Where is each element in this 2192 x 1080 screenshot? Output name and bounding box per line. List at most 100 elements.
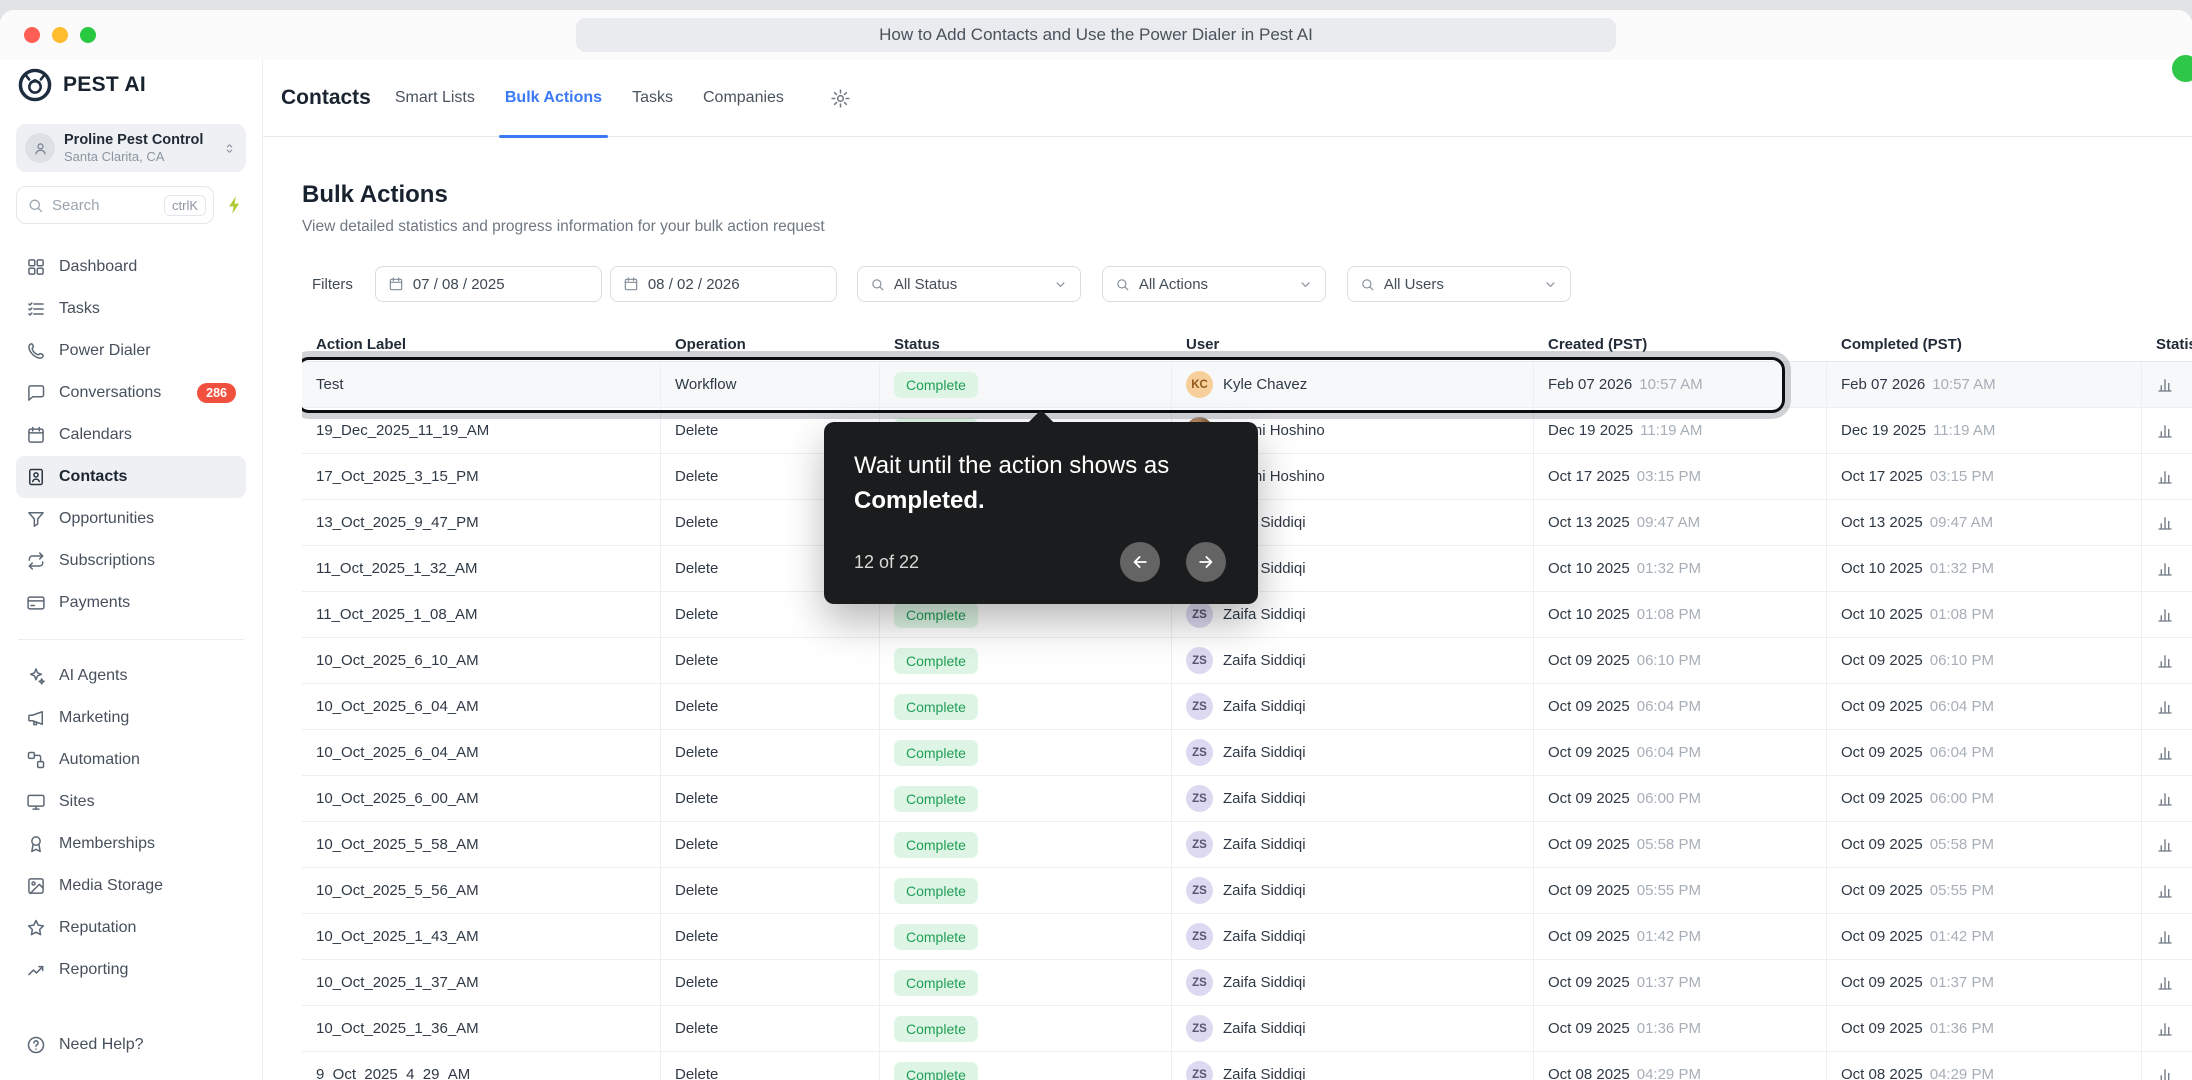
table-row[interactable]: 10_Oct_2025_1_36_AM Delete Complete ZS Zaifa… <box>302 1006 2192 1052</box>
sidebar-item-marketing[interactable]: Marketing <box>16 697 246 739</box>
minimize-window-button[interactable] <box>52 27 68 43</box>
sidebar-item-label: Opportunities <box>59 510 155 527</box>
completed-cell: Oct 08 2025 04:29 PM <box>1827 1052 2142 1080</box>
table-row[interactable]: 10_Oct_2025_6_04_AM Delete Complete ZS Zaifa… <box>302 730 2192 776</box>
completed-time: 01:36 PM <box>1929 1020 1994 1037</box>
statistics-icon[interactable] <box>2156 468 2174 486</box>
sidebar-item-reputation[interactable]: Reputation <box>16 907 246 949</box>
sidebar-item-automation[interactable]: Automation <box>16 739 246 781</box>
user-name: Zaifa Siddiqi <box>1223 744 1306 761</box>
sidebar-item-tasks[interactable]: Tasks <box>16 288 246 330</box>
table-row[interactable]: 10_Oct_2025_1_43_AM Delete Complete ZS Zaifa… <box>302 914 2192 960</box>
created-date: Dec 19 2025 <box>1548 422 1634 439</box>
contacts-settings-button[interactable] <box>830 88 851 109</box>
sidebar-item-payments[interactable]: Payments <box>16 582 246 624</box>
sidebar-item-opportunities[interactable]: Opportunities <box>16 498 246 540</box>
select-value: All Actions <box>1138 275 1209 293</box>
completed-date: Oct 09 2025 <box>1841 744 1923 761</box>
tab-bulk-actions[interactable]: Bulk Actions <box>498 60 609 138</box>
table-row[interactable]: Test Workflow Complete KC Kyle Chavez Feb 07 … <box>302 362 2192 408</box>
quick-actions-button[interactable] <box>224 194 246 216</box>
statistics-icon[interactable] <box>2156 1066 2174 1080</box>
statistics-icon[interactable] <box>2156 928 2174 946</box>
statistics-icon[interactable] <box>2156 606 2174 624</box>
sidebar-item-label: Reporting <box>59 961 129 978</box>
table-row[interactable]: 9_Oct_2025_4_29_AM Delete Complete ZS Zaifa … <box>302 1052 2192 1080</box>
tooltip-prev-button[interactable] <box>1120 542 1160 582</box>
filters-bar: Filters 07 / 08 / 2025 08 / 02 / 2026 Al… <box>302 266 2192 302</box>
megaphone-icon <box>26 708 46 728</box>
user-cell: ZS Zaifa Siddiqi <box>1172 684 1534 729</box>
sidebar-item-conversations[interactable]: Conversations 286 <box>16 372 246 414</box>
status-badge: Complete <box>894 647 978 674</box>
sidebar-item-reporting[interactable]: Reporting <box>16 949 246 991</box>
sidebar-item-memberships[interactable]: Memberships <box>16 823 246 865</box>
sidebar-item-power-dialer[interactable]: Power Dialer <box>16 330 246 372</box>
operation-cell: Delete <box>661 822 880 867</box>
statistics-icon[interactable] <box>2156 790 2174 808</box>
status-cell: Complete <box>880 684 1172 729</box>
sidebar-item-calendars[interactable]: Calendars <box>16 414 246 456</box>
tab-companies[interactable]: Companies <box>703 60 784 137</box>
table-row[interactable]: 10_Oct_2025_6_04_AM Delete Complete ZS Zaifa… <box>302 684 2192 730</box>
completed-time: 03:15 PM <box>1929 468 1994 485</box>
action-label-cell: 10_Oct_2025_5_56_AM <box>302 868 661 913</box>
sidebar-item-ai-agents[interactable]: AI Agents <box>16 655 246 697</box>
bulk-actions-table: Action Label Operation Status User Created (… <box>302 328 2192 1080</box>
statistics-icon[interactable] <box>2156 514 2174 532</box>
search-icon <box>1115 277 1130 292</box>
grid-icon <box>26 257 46 277</box>
users-filter-select[interactable]: All Users <box>1346 266 1571 302</box>
status-badge: Complete <box>894 1061 978 1080</box>
date-to-input[interactable]: 08 / 02 / 2026 <box>609 266 837 302</box>
status-badge: Complete <box>894 601 978 628</box>
search-input[interactable]: Search ctrlK <box>16 186 214 224</box>
fullscreen-window-button[interactable] <box>80 27 96 43</box>
statistics-cell <box>2142 546 2192 591</box>
completed-date: Oct 09 2025 <box>1841 698 1923 715</box>
workspace-selector[interactable]: Proline Pest Control Santa Clarita, CA <box>16 124 246 172</box>
statistics-icon[interactable] <box>2156 836 2174 854</box>
table-row[interactable]: 10_Oct_2025_5_56_AM Delete Complete ZS Zaifa… <box>302 868 2192 914</box>
table-row[interactable]: 10_Oct_2025_1_37_AM Delete Complete ZS Zaifa… <box>302 960 2192 1006</box>
statistics-icon[interactable] <box>2156 882 2174 900</box>
tab-tasks[interactable]: Tasks <box>632 60 673 137</box>
statistics-icon[interactable] <box>2156 974 2174 992</box>
tooltip-next-button[interactable] <box>1186 542 1226 582</box>
need-help-button[interactable]: Need Help? <box>16 1024 246 1066</box>
table-row[interactable]: 10_Oct_2025_5_58_AM Delete Complete ZS Zaifa… <box>302 822 2192 868</box>
close-window-button[interactable] <box>24 27 40 43</box>
statistics-icon[interactable] <box>2156 698 2174 716</box>
sidebar-item-dashboard[interactable]: Dashboard <box>16 246 246 288</box>
user-cell: KC Kyle Chavez <box>1172 362 1534 407</box>
star-icon <box>26 918 46 938</box>
operation-cell: Delete <box>661 1052 880 1080</box>
sidebar-item-media-storage[interactable]: Media Storage <box>16 865 246 907</box>
table-row[interactable]: 10_Oct_2025_6_00_AM Delete Complete ZS Zaifa… <box>302 776 2192 822</box>
date-from-input[interactable]: 07 / 08 / 2025 <box>374 266 602 302</box>
page-title: Bulk Actions <box>302 181 448 208</box>
status-filter-select[interactable]: All Status <box>856 266 1081 302</box>
user-avatar: ZS <box>1186 785 1213 812</box>
created-time: 10:57 AM <box>1639 376 1703 393</box>
sidebar-item-sites[interactable]: Sites <box>16 781 246 823</box>
sidebar-item-contacts[interactable]: Contacts <box>16 456 246 498</box>
created-date: Oct 09 2025 <box>1548 698 1630 715</box>
sidebar-item-label: Reputation <box>59 919 137 936</box>
sidebar-item-label: Automation <box>59 751 140 768</box>
statistics-cell <box>2142 684 2192 729</box>
statistics-icon[interactable] <box>2156 744 2174 762</box>
tab-smart-lists[interactable]: Smart Lists <box>395 60 475 137</box>
statistics-icon[interactable] <box>2156 1020 2174 1038</box>
table-row[interactable]: 10_Oct_2025_6_10_AM Delete Complete ZS Zaifa… <box>302 638 2192 684</box>
brand-header: PEST AI <box>16 62 246 108</box>
statistics-icon[interactable] <box>2156 376 2174 394</box>
created-cell: Oct 09 2025 05:58 PM <box>1534 822 1827 867</box>
sidebar-item-label: Media Storage <box>59 877 164 894</box>
sidebar-item-subscriptions[interactable]: Subscriptions <box>16 540 246 582</box>
actions-filter-select[interactable]: All Actions <box>1101 266 1326 302</box>
statistics-icon[interactable] <box>2156 652 2174 670</box>
statistics-icon[interactable] <box>2156 422 2174 440</box>
completed-time: 01:08 PM <box>1929 606 1994 623</box>
statistics-icon[interactable] <box>2156 560 2174 578</box>
